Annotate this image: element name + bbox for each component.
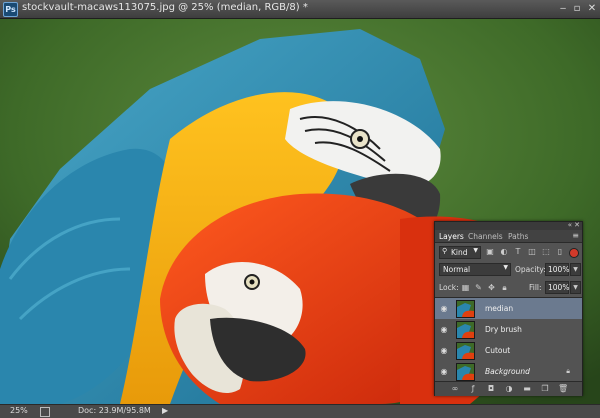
add-mask-icon[interactable]: ◘ bbox=[486, 384, 496, 394]
panel-close-icon[interactable]: ✕ bbox=[574, 221, 580, 229]
layer-thumbnail bbox=[456, 363, 475, 381]
document-size: Doc: 23.9M/95.8M bbox=[78, 406, 151, 415]
adjustment-filter-icon[interactable]: ◐ bbox=[499, 247, 509, 257]
document-info-icon[interactable] bbox=[40, 407, 50, 417]
delete-layer-icon[interactable]: 🗑︎ bbox=[558, 384, 568, 394]
filter-row: ⚲ Kind ▼ ▣ ◐ T ◫ ⬚ ▯ bbox=[435, 244, 582, 260]
minimize-icon[interactable]: ‒ bbox=[556, 2, 570, 15]
chevron-down-icon: ▼ bbox=[503, 264, 508, 271]
eye-icon[interactable]: ◉ bbox=[439, 346, 449, 355]
panel-menu-icon[interactable]: ≡ bbox=[572, 231, 579, 240]
tab-channels[interactable]: Channels bbox=[468, 232, 503, 241]
tab-paths[interactable]: Paths bbox=[508, 232, 528, 241]
lock-pixels-icon[interactable]: ✎ bbox=[474, 283, 483, 292]
zoom-level[interactable]: 25% bbox=[10, 406, 28, 415]
opacity-dropdown-icon[interactable]: ▼ bbox=[570, 263, 581, 276]
new-layer-icon[interactable]: ❐ bbox=[540, 384, 550, 394]
fill-dropdown-icon[interactable]: ▼ bbox=[570, 281, 581, 294]
blend-row: Normal ▼ Opacity: 100% ▼ bbox=[435, 262, 582, 276]
shape-filter-icon[interactable]: ◫ bbox=[527, 247, 537, 257]
filter-kind-select[interactable]: ⚲ Kind ▼ bbox=[439, 246, 481, 259]
collapse-icon[interactable]: « bbox=[568, 221, 572, 229]
layer-name: median bbox=[485, 304, 514, 313]
pixel-filter-icon[interactable]: ▣ bbox=[485, 247, 495, 257]
document-title: stockvault-macaws113075.jpg @ 25% (media… bbox=[22, 2, 308, 13]
panel-footer: ∞ ƒ ◘ ◑ ▬ ❐ 🗑︎ bbox=[435, 381, 582, 396]
search-icon: ⚲ bbox=[442, 247, 448, 255]
fill-field[interactable]: 100% bbox=[545, 281, 569, 294]
fill-label: Fill: bbox=[529, 283, 542, 292]
lock-all-icon[interactable]: 🔒︎ bbox=[500, 283, 509, 292]
layer-name: Cutout bbox=[485, 346, 511, 355]
type-filter-icon[interactable]: T bbox=[513, 247, 523, 257]
layer-thumbnail bbox=[456, 342, 475, 360]
layer-name: Background bbox=[485, 367, 530, 376]
filter-scroll-icon[interactable]: ▯ bbox=[555, 247, 565, 257]
adjustment-layer-icon[interactable]: ◑ bbox=[504, 384, 514, 394]
blend-mode-select[interactable]: Normal ▼ bbox=[439, 263, 511, 276]
chevron-down-icon: ▼ bbox=[473, 247, 478, 254]
opacity-field[interactable]: 100% bbox=[545, 263, 569, 276]
eye-icon[interactable]: ◉ bbox=[439, 367, 449, 376]
lock-transparency-icon[interactable]: ▦ bbox=[461, 283, 470, 292]
panel-top-bar[interactable]: « ✕ bbox=[435, 221, 582, 230]
layer-list: ◉ median ◉ Dry brush ◉ Cutout ◉ Backgrou… bbox=[435, 297, 582, 383]
layer-row-background[interactable]: ◉ Background 🔒︎ bbox=[435, 361, 582, 383]
photoshop-logo: Ps bbox=[3, 2, 18, 17]
lock-position-icon[interactable]: ✥ bbox=[487, 283, 496, 292]
layer-thumbnail bbox=[456, 321, 475, 339]
layer-row-median[interactable]: ◉ median bbox=[435, 298, 582, 320]
window-titlebar: Ps stockvault-macaws113075.jpg @ 25% (me… bbox=[0, 0, 600, 19]
layer-style-icon[interactable]: ƒ bbox=[468, 384, 478, 394]
layers-panel: « ✕ Layers Channels Paths ≡ ⚲ Kind ▼ ▣ ◐… bbox=[434, 221, 583, 396]
new-group-icon[interactable]: ▬ bbox=[522, 384, 532, 394]
lock-row: Lock: ▦ ✎ ✥ 🔒︎ Fill: 100% ▼ bbox=[435, 280, 582, 294]
panel-tabs: Layers Channels Paths ≡ bbox=[435, 230, 582, 243]
eye-icon[interactable]: ◉ bbox=[439, 304, 449, 313]
layer-thumbnail bbox=[456, 300, 475, 318]
layer-name: Dry brush bbox=[485, 325, 522, 334]
link-layers-icon[interactable]: ∞ bbox=[450, 384, 460, 394]
opacity-label: Opacity: bbox=[515, 265, 546, 274]
lock-label: Lock: bbox=[439, 283, 459, 292]
layer-row-dry-brush[interactable]: ◉ Dry brush bbox=[435, 319, 582, 341]
close-icon[interactable]: ✕ bbox=[585, 2, 599, 15]
eye-icon[interactable]: ◉ bbox=[439, 325, 449, 334]
smart-object-filter-icon[interactable]: ⬚ bbox=[541, 247, 551, 257]
layer-row-cutout[interactable]: ◉ Cutout bbox=[435, 340, 582, 362]
tab-layers[interactable]: Layers bbox=[439, 232, 464, 241]
chevron-right-icon[interactable]: ▶ bbox=[162, 406, 168, 415]
filter-toggle[interactable] bbox=[569, 248, 579, 258]
maximize-icon[interactable]: ▫ bbox=[570, 2, 584, 15]
status-bar: 25% Doc: 23.9M/95.8M ▶ bbox=[0, 404, 600, 418]
lock-icon: 🔒︎ bbox=[566, 367, 570, 375]
